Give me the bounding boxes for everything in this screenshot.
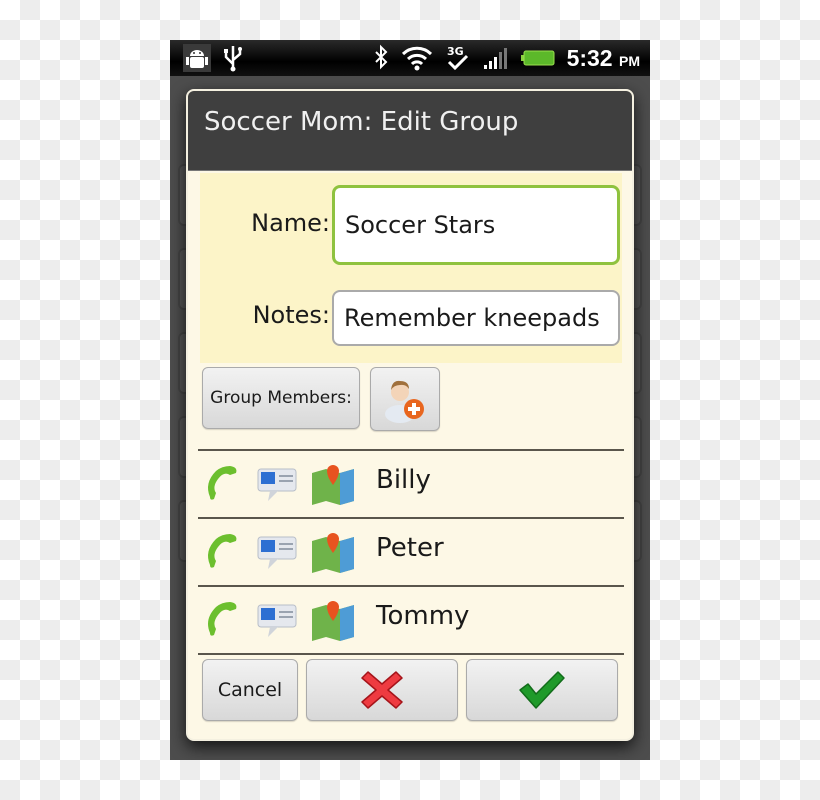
name-input[interactable]: Soccer Stars [332, 185, 620, 265]
dialog-title: Soccer Mom: Edit Group [188, 91, 632, 171]
edit-group-dialog: Soccer Mom: Edit Group Name: Soccer Star… [186, 89, 634, 741]
signal-icon [483, 48, 507, 69]
battery-icon [520, 50, 555, 66]
cancel-button[interactable]: Cancel [202, 659, 298, 721]
clock-time: 5:32 [566, 44, 613, 71]
member-row: Tommy [198, 587, 624, 653]
phone-icon[interactable] [202, 531, 248, 573]
android-debug-icon [183, 44, 211, 72]
map-icon[interactable] [310, 599, 356, 641]
red-x-icon [361, 671, 403, 709]
clock: 5:32 PM [567, 45, 640, 72]
status-bar: 3G 5:32 PM [170, 40, 650, 76]
usb-icon [224, 46, 242, 72]
phone-icon[interactable] [202, 463, 248, 505]
phone-screen: 3G 5:32 PM Soccer Mom: Edit Group Name: … [170, 40, 650, 760]
group-members-button[interactable]: Group Members: [202, 367, 360, 429]
group-form: Name: Soccer Stars Notes: Remember kneep… [200, 173, 622, 363]
add-member-button[interactable] [370, 367, 440, 431]
member-row: Peter [198, 519, 624, 585]
divider [198, 653, 624, 655]
bluetooth-icon [374, 44, 387, 70]
member-row: Billy [198, 451, 624, 517]
phone-icon[interactable] [202, 599, 248, 641]
clock-ampm: PM [619, 52, 640, 69]
delete-button[interactable] [306, 659, 458, 721]
green-check-icon [519, 671, 565, 709]
member-name[interactable]: Billy [376, 465, 431, 495]
member-name[interactable]: Peter [376, 533, 444, 563]
map-icon[interactable] [310, 463, 356, 505]
wifi-icon [401, 46, 432, 71]
message-icon[interactable] [256, 599, 302, 641]
3g-data-icon: 3G [447, 45, 468, 71]
notes-input[interactable]: Remember kneepads [332, 290, 620, 346]
message-icon[interactable] [256, 531, 302, 573]
name-label: Name: [251, 209, 330, 237]
add-contact-icon [385, 380, 424, 423]
message-icon[interactable] [256, 463, 302, 505]
network-label: 3G [447, 45, 464, 58]
member-name[interactable]: Tommy [376, 601, 469, 631]
confirm-button[interactable] [466, 659, 618, 721]
notes-label: Notes: [252, 301, 330, 329]
map-icon[interactable] [310, 531, 356, 573]
